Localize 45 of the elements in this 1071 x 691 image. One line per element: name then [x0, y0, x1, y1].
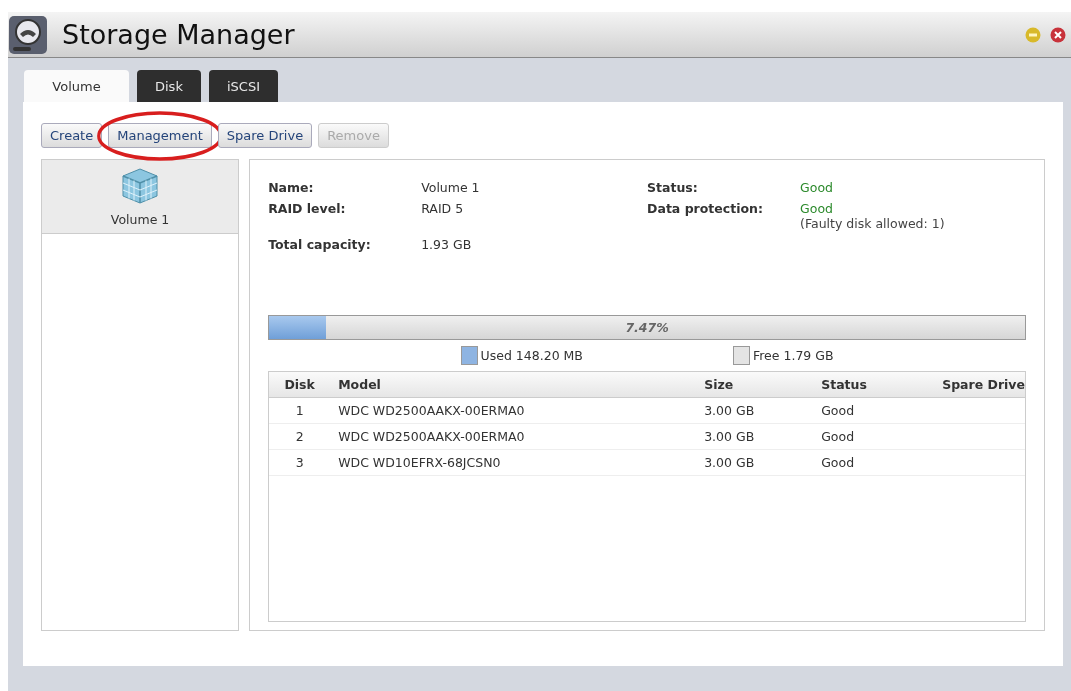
free-legend: Free 1.79 GB	[752, 348, 834, 363]
tab[interactable]: iSCSI	[208, 70, 278, 102]
column-header[interactable]: Spare Drive	[934, 377, 1025, 392]
table-cell-text: 2	[294, 429, 305, 444]
free-swatch	[732, 346, 750, 365]
window-title: Storage Manager	[62, 19, 296, 50]
usage-percent: 7.47%	[624, 320, 670, 335]
table-cell-text: 3.00 GB	[703, 429, 756, 444]
field-value: Volume 1	[421, 180, 480, 195]
table-cell-text: 3.00 GB	[703, 455, 756, 470]
used-swatch	[460, 346, 478, 365]
table-cell-text: 1	[294, 403, 305, 418]
column-header[interactable]: Disk	[269, 377, 331, 392]
field-note: (Faulty disk allowed: 1)	[800, 216, 945, 231]
volume-item[interactable]: Volume 1	[42, 160, 239, 234]
field-label: Data protection:	[647, 201, 764, 218]
table-cell-text: WDC WD2500AAKX-00ERMA0	[337, 403, 526, 418]
table-cell-text: Good	[820, 429, 856, 444]
cube-icon	[120, 166, 161, 206]
field-label: Total capacity:	[268, 237, 372, 252]
toolbar-button[interactable]: Management	[108, 122, 212, 148]
field-label: Status:	[647, 180, 699, 195]
field-value: Good	[800, 201, 834, 216]
table-cell-text: 3.00 GB	[703, 403, 756, 418]
field-value: RAID 5	[421, 201, 464, 216]
tab[interactable]: Disk	[137, 70, 201, 102]
column-header[interactable]: Model	[330, 377, 697, 392]
field-value: Good	[800, 180, 833, 195]
volume-label: Volume 1	[110, 212, 170, 227]
table-cell-text: Good	[820, 455, 856, 470]
app-icon	[8, 14, 48, 55]
toolbar-button[interactable]: Create	[41, 122, 103, 148]
column-header[interactable]: Status	[813, 377, 935, 392]
close-icon[interactable]	[1050, 26, 1066, 43]
field-value: 1.93 GB	[421, 237, 472, 252]
table-cell-text: Good	[820, 403, 856, 418]
table-cell-text: 3	[294, 455, 305, 470]
used-legend: Used 148.20 MB	[480, 348, 583, 363]
field-label: Name:	[268, 180, 315, 195]
table-cell-text: WDC WD2500AAKX-00ERMA0	[337, 429, 526, 444]
column-header[interactable]: Size	[696, 377, 814, 392]
table-cell-text: WDC WD10EFRX-68JCSN0	[337, 455, 502, 470]
toolbar-button[interactable]: Spare Drive	[217, 122, 313, 148]
field-label: RAID level:	[268, 201, 347, 218]
tab[interactable]: Volume	[24, 70, 129, 102]
